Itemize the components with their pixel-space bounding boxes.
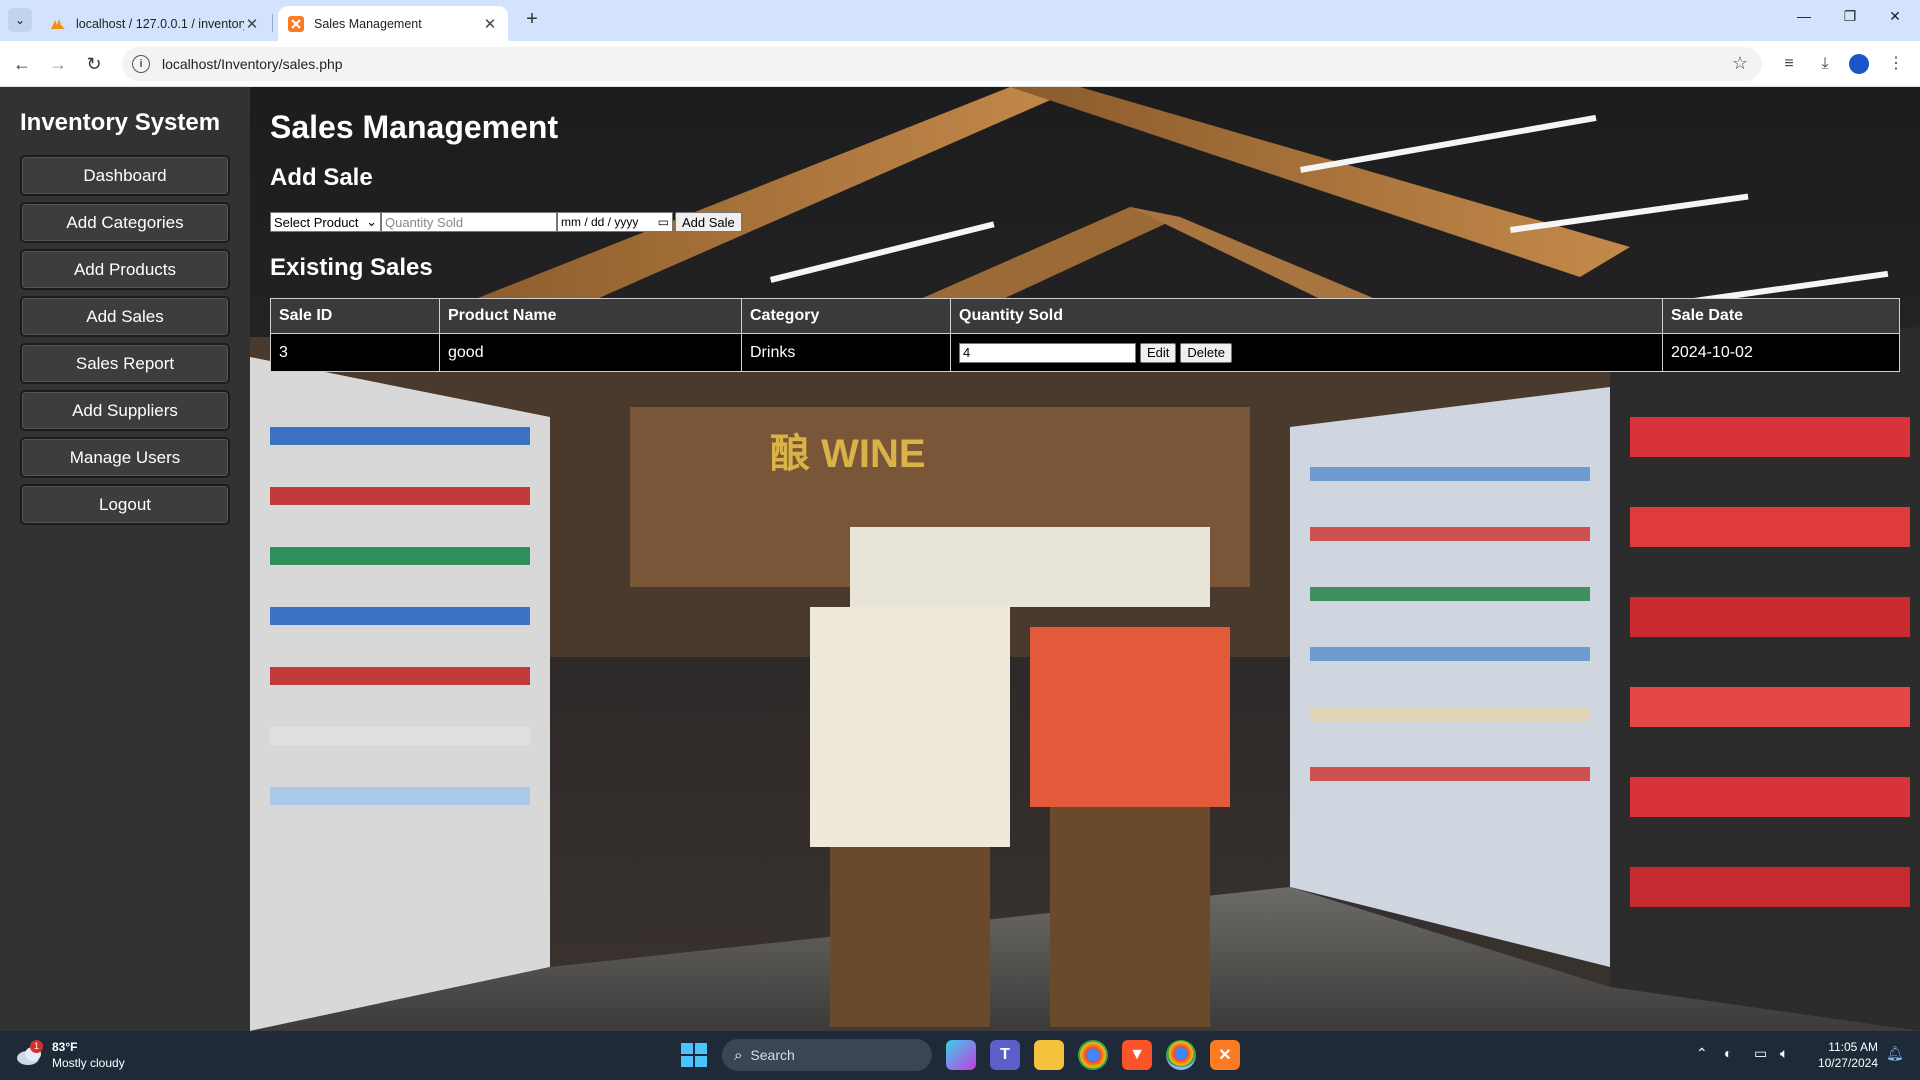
sidebar-item-add-products[interactable]: Add Products: [20, 249, 230, 290]
close-icon[interactable]: ✕: [244, 15, 260, 33]
restore-icon[interactable]: ❐: [1835, 8, 1865, 25]
forward-arrow-icon[interactable]: →: [46, 52, 70, 76]
minimize-icon[interactable]: —: [1789, 8, 1819, 24]
tab-sales-management[interactable]: Sales Management ✕: [278, 6, 508, 41]
chrome-icon[interactable]: [1078, 1040, 1108, 1070]
bookmark-star-icon[interactable]: ☆: [1732, 53, 1748, 74]
existing-sales-heading: Existing Sales: [270, 254, 433, 281]
download-icon[interactable]: ⤓: [1814, 53, 1836, 75]
main-content: 酿 WINE Sales Management Add Sale Select …: [250, 87, 1920, 1031]
column-header-sale-id: Sale ID: [270, 298, 440, 334]
content: Sales Management Add Sale Select Product…: [270, 87, 1920, 372]
brave-icon[interactable]: ▼: [1122, 1040, 1152, 1070]
clock-date: 10/27/2024: [1817, 1056, 1878, 1070]
quantity-sold-input[interactable]: Quantity Sold: [381, 212, 557, 232]
sidebar-item-manage-users[interactable]: Manage Users: [20, 437, 230, 478]
taskbar-search-label: Search: [750, 1047, 795, 1063]
cell-product-name: good: [439, 333, 742, 372]
chevron-down-icon: ⌄: [14, 13, 26, 27]
back-arrow-icon[interactable]: ←: [10, 52, 34, 76]
cell-category: Drinks: [741, 333, 951, 372]
calendar-icon[interactable]: ▭: [658, 215, 669, 229]
menu-kebab-icon[interactable]: ⋮: [1885, 53, 1907, 75]
column-header-category: Category: [741, 298, 951, 334]
cloud-icon: 1: [16, 1040, 44, 1066]
weather-desc: Mostly cloudy: [52, 1056, 125, 1070]
sale-date-placeholder: mm / dd / yyyy: [561, 215, 639, 229]
chevron-down-icon: ⌄: [366, 214, 377, 229]
new-tab-button[interactable]: +: [520, 8, 544, 31]
taskbar-search[interactable]: ⌕ Search: [722, 1039, 932, 1071]
window-close-icon[interactable]: ✕: [1880, 8, 1910, 25]
page: Inventory System Dashboard Add Categorie…: [0, 87, 1920, 1031]
tab-title: Sales Management: [314, 16, 422, 31]
column-header-product-name: Product Name: [439, 298, 742, 334]
sale-date-input[interactable]: mm / dd / yyyy ▭: [557, 212, 673, 232]
copilot-icon[interactable]: [946, 1040, 976, 1070]
sidebar-item-logout[interactable]: Logout: [20, 484, 230, 525]
svg-text:酿 WINE: 酿 WINE: [770, 432, 926, 476]
search-icon: ⌕: [734, 1046, 743, 1064]
system-clock[interactable]: 11:05 AM 10/27/2024: [1812, 1039, 1878, 1071]
taskbar: 1 83°F Mostly cloudy ⌕ Search T ▼ ✕ ⌃ ◐ …: [0, 1031, 1920, 1080]
network-alert-icon[interactable]: ◐: [1724, 1045, 1732, 1061]
xampp-icon: [288, 15, 304, 32]
profile-avatar[interactable]: [1849, 54, 1869, 74]
add-sale-button[interactable]: Add Sale: [675, 212, 742, 232]
sidebar-item-add-suppliers[interactable]: Add Suppliers: [20, 390, 230, 431]
column-header-quantity-sold: Quantity Sold: [950, 298, 1663, 334]
tab-search-button[interactable]: ⌄: [8, 8, 32, 32]
file-explorer-icon[interactable]: [1034, 1040, 1064, 1070]
table-header-row: Sale ID Product Name Category Quantity S…: [270, 298, 1900, 334]
phpmyadmin-icon: [51, 18, 65, 29]
weather-temp: 83°F: [52, 1040, 78, 1054]
column-header-sale-date: Sale Date: [1662, 298, 1900, 334]
product-select[interactable]: Select Product ⌄: [270, 212, 381, 232]
windows-start-icon[interactable]: [678, 1040, 708, 1070]
taskbar-apps: ⌕ Search T ▼ ✕: [678, 1039, 1240, 1071]
xampp-icon[interactable]: ✕: [1210, 1040, 1240, 1070]
delete-button[interactable]: Delete: [1180, 342, 1232, 363]
sidebar: Inventory System Dashboard Add Categorie…: [0, 87, 250, 1031]
clock-time: 11:05 AM: [1828, 1040, 1878, 1054]
site-info-icon[interactable]: i: [132, 55, 150, 73]
browser-toolbar: ← → ↻ i localhost/Inventory/sales.php ☆ …: [0, 41, 1920, 87]
sidebar-item-sales-report[interactable]: Sales Report: [20, 343, 230, 384]
sidebar-item-dashboard[interactable]: Dashboard: [20, 155, 230, 196]
add-sale-form: Select Product ⌄ Quantity Sold mm / dd /…: [270, 212, 1920, 232]
media-control-icon[interactable]: ≡: [1778, 53, 1800, 75]
teams-icon[interactable]: T: [990, 1040, 1020, 1070]
quantity-edit-group: 4 Edit Delete: [959, 342, 1654, 363]
tab-divider: [272, 14, 273, 32]
weather-widget[interactable]: 1 83°F Mostly cloudy: [16, 1039, 125, 1071]
add-sale-heading: Add Sale: [270, 164, 373, 191]
url-text: localhost/Inventory/sales.php: [162, 56, 343, 72]
cell-quantity-sold: 4 Edit Delete: [950, 333, 1663, 372]
cell-sale-id: 3: [270, 333, 440, 372]
tab-title: localhost / 127.0.0.1 / inventory: [76, 16, 244, 31]
volume-icon[interactable]: 🔈︎: [1780, 1045, 1788, 1062]
quantity-edit-input[interactable]: 4: [959, 342, 1136, 363]
edit-button[interactable]: Edit: [1140, 342, 1177, 363]
sidebar-item-add-sales[interactable]: Add Sales: [20, 296, 230, 337]
tab-phpmyadmin[interactable]: localhost / 127.0.0.1 / inventory ✕: [40, 6, 270, 41]
table-row: 3 good Drinks 4 Edit Delete 2024-10-02: [270, 333, 1900, 372]
chevron-up-icon[interactable]: ⌃: [1696, 1045, 1708, 1062]
close-icon[interactable]: ✕: [482, 15, 498, 33]
sales-table: Sale ID Product Name Category Quantity S…: [270, 298, 1900, 372]
quantity-sold-placeholder: Quantity Sold: [385, 214, 464, 230]
display-icon[interactable]: ▭: [1754, 1045, 1767, 1062]
weather-badge: 1: [30, 1040, 43, 1053]
product-select-value: Select Product: [274, 214, 359, 230]
sidebar-title: Inventory System: [20, 109, 221, 136]
cell-sale-date: 2024-10-02: [1662, 333, 1900, 372]
chrome-active-icon[interactable]: [1166, 1040, 1196, 1070]
address-bar[interactable]: i localhost/Inventory/sales.php ☆: [122, 47, 1762, 81]
browser-tabstrip: ⌄ localhost / 127.0.0.1 / inventory ✕ Sa…: [0, 0, 1920, 41]
notification-bell-icon[interactable]: 🔔︎: [1886, 1045, 1904, 1062]
reload-icon[interactable]: ↻: [82, 52, 106, 76]
page-title: Sales Management: [270, 109, 559, 145]
sidebar-item-add-categories[interactable]: Add Categories: [20, 202, 230, 243]
